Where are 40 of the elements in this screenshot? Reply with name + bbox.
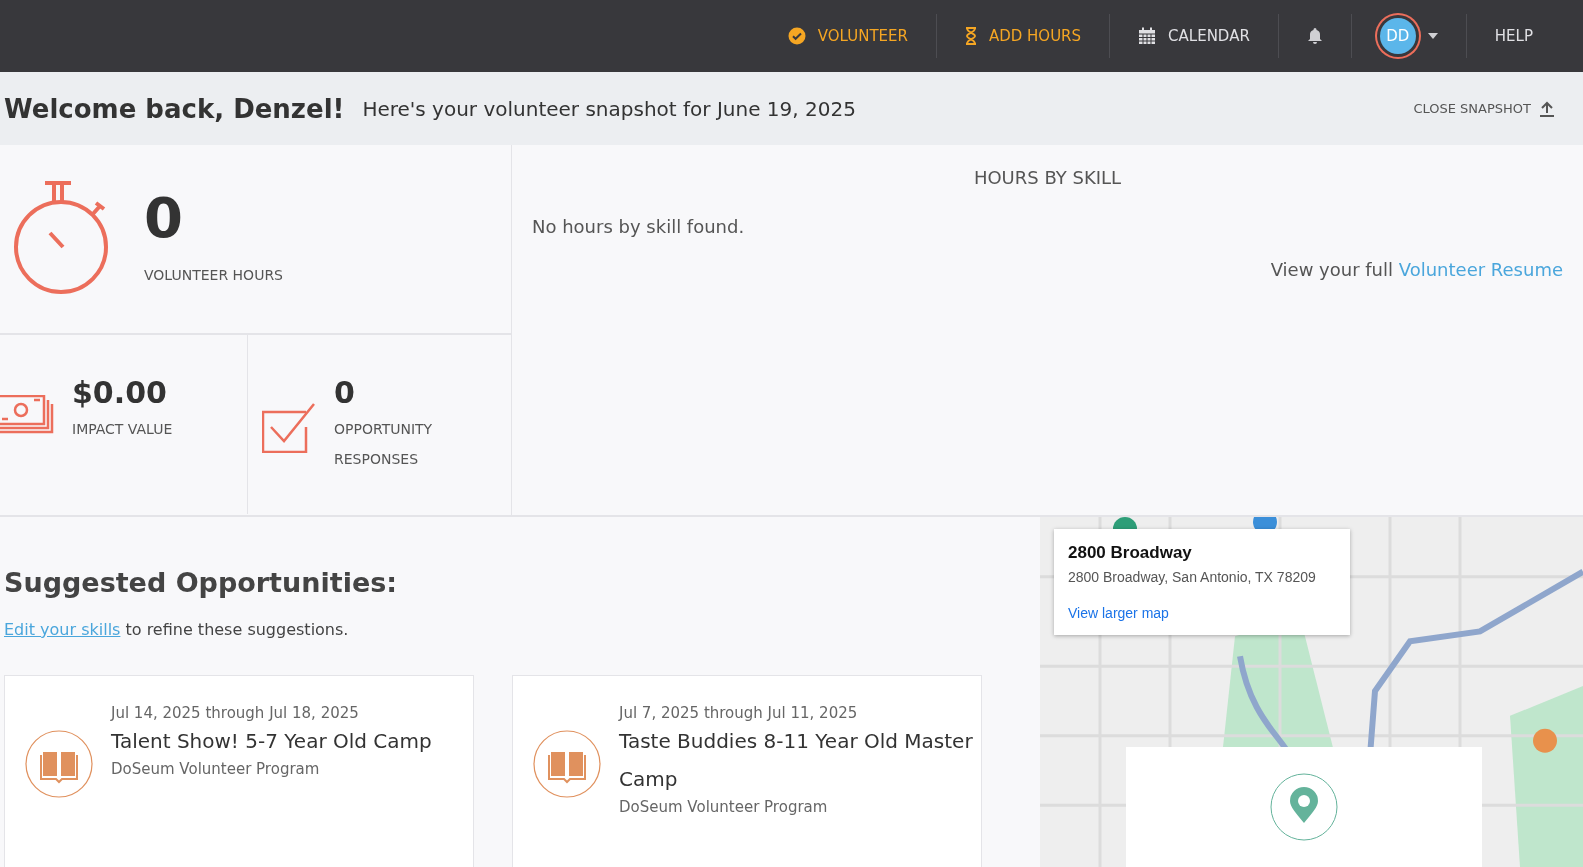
nav-link[interactable]: VOLUNTEER [759,0,936,72]
view-larger-map-link[interactable]: View larger map [1068,605,1336,621]
place-address: 2800 Broadway, San Antonio, TX 78209 [1068,569,1317,585]
caret-icon [1427,33,1438,39]
checkbox-icon [262,403,316,453]
panel-heading: HOURS BY SKILL [972,167,1123,188]
opportunity-card[interactable]: Jul 14, 2025 through Jul 18, 2025 Talent Show! 5-7 Year Old Camp DoSeum Volunteer Program [4,675,474,867]
opportunity-card[interactable]: Jul 7, 2025 through Jul 11, 2025 Taste Buddies 8-11 Year Old Master Camp DoSeum Volunteer Program [512,675,982,867]
calendar-icon [1138,27,1157,45]
opportunity-title: Taste Buddies 8-11 Year Old Master Camp [619,728,974,793]
stat-label: VOLUNTEER HOURS [144,266,284,285]
snapshot-subtitle: Here's your volunteer snapshot for June 19, 2025 [362,96,856,121]
program-name: DoSeum Volunteer Program [619,798,829,816]
bell-icon [1306,27,1323,45]
nav-link[interactable]: ADD HOURS [936,0,1110,72]
nav-link[interactable]: HELP [1466,0,1561,72]
nav-link[interactable]: CALENDAR [1110,0,1278,72]
program-name: DoSeum Volunteer Program [111,760,321,778]
empty-message: No hours by skill found. [532,216,746,237]
opportunity-title: Talent Show! 5-7 Year Old Camp [111,728,433,755]
check-circle-icon [787,27,806,45]
stat-value: 0 [144,185,184,250]
location-pin-icon [1270,773,1338,841]
date-range: Jul 7, 2025 through Jul 11, 2025 [619,704,859,722]
stat-label: IMPACT VALUE [72,420,174,439]
section-heading: Suggested Opportunities: [4,567,399,598]
book-icon [25,730,93,798]
stat-value: $0.00 [72,375,168,410]
hint-text: Edit your skills to refine these suggestions. [4,620,350,639]
hourglass-icon [964,27,977,45]
book-icon [533,730,601,798]
stat-value: 0 [334,375,356,410]
date-range: Jul 14, 2025 through Jul 18, 2025 [111,704,360,722]
place-title: 2800 Broadway [1068,543,1193,563]
close-snapshot-button[interactable]: CLOSE SNAPSHOT [1407,99,1561,118]
upload-icon [1539,100,1555,117]
stat-label: OPPORTUNITY RESPONSES [334,420,434,469]
welcome-title: Welcome back, Denzel! [4,93,345,124]
resume-text: View your full Volunteer Resume [1270,259,1563,280]
stopwatch-icon [14,181,110,295]
